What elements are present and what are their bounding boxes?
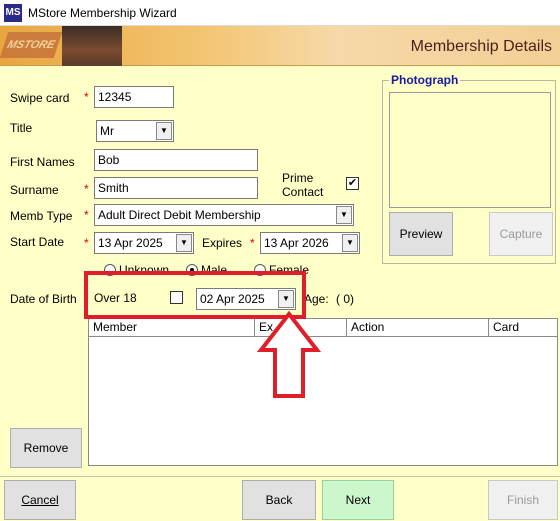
banner-photo	[62, 26, 122, 66]
title-label: Title	[10, 121, 33, 135]
required-marker: *	[84, 208, 89, 222]
memb-type-select[interactable]: Adult Direct Debit Membership ▼	[94, 204, 354, 226]
next-button[interactable]: Next	[322, 480, 394, 520]
memb-type-label: Memb Type	[10, 209, 73, 223]
banner: MSTORE Membership Details	[0, 26, 560, 66]
capture-button[interactable]: Capture	[489, 212, 553, 256]
expires-value: 13 Apr 2026	[264, 236, 329, 250]
surname-label: Surname	[10, 183, 59, 197]
up-arrow-icon	[257, 310, 321, 398]
expires-date-picker[interactable]: 13 Apr 2026 ▼	[260, 232, 360, 254]
prime-contact-label: Prime Contact	[282, 171, 324, 199]
photograph-box	[389, 92, 551, 208]
finish-button[interactable]: Finish	[488, 480, 558, 520]
required-marker: *	[250, 236, 255, 250]
swipe-card-field[interactable]: 12345	[94, 86, 174, 108]
app-icon: MS	[4, 4, 22, 22]
title-select[interactable]: Mr ▼	[96, 120, 174, 142]
dob-label: Date of Birth	[10, 292, 77, 306]
age-label: Age:	[304, 292, 329, 306]
chevron-down-icon[interactable]: ▼	[156, 122, 172, 140]
photograph-legend: Photograph	[389, 73, 461, 87]
swipe-card-label: Swipe card	[10, 91, 70, 105]
prime-contact-checkbox[interactable]: ✔	[346, 177, 359, 190]
required-marker: *	[84, 182, 89, 196]
chevron-down-icon[interactable]: ▼	[342, 234, 358, 252]
window-title: MStore Membership Wizard	[28, 6, 177, 20]
back-button[interactable]: Back	[242, 480, 316, 520]
page-title: Membership Details	[410, 38, 552, 55]
column-action[interactable]: Action	[347, 319, 489, 336]
title-bar: MS MStore Membership Wizard	[0, 0, 560, 26]
first-names-label: First Names	[10, 155, 75, 169]
age-value: ( 0)	[336, 292, 354, 306]
start-date-picker[interactable]: 13 Apr 2025 ▼	[94, 232, 194, 254]
chevron-down-icon[interactable]: ▼	[336, 206, 352, 224]
memb-type-value: Adult Direct Debit Membership	[98, 208, 261, 222]
column-member[interactable]: Member	[89, 319, 255, 336]
first-names-field[interactable]: Bob	[94, 149, 258, 171]
column-card[interactable]: Card	[489, 319, 557, 336]
start-date-value: 13 Apr 2025	[98, 236, 163, 250]
preview-button[interactable]: Preview	[389, 212, 453, 256]
members-grid-header: Member Ex... Action Card	[89, 319, 557, 337]
required-marker: *	[84, 90, 89, 104]
required-marker: *	[84, 236, 89, 250]
surname-field[interactable]: Smith	[94, 177, 258, 199]
remove-button[interactable]: Remove	[10, 428, 82, 468]
cancel-button[interactable]: Cancel	[4, 480, 76, 520]
title-value: Mr	[100, 124, 114, 138]
chevron-down-icon[interactable]: ▼	[176, 234, 192, 252]
members-grid[interactable]: Member Ex... Action Card	[88, 318, 558, 466]
mstore-logo: MSTORE	[0, 32, 63, 58]
start-date-label: Start Date	[10, 235, 65, 249]
expires-label: Expires	[202, 236, 243, 250]
